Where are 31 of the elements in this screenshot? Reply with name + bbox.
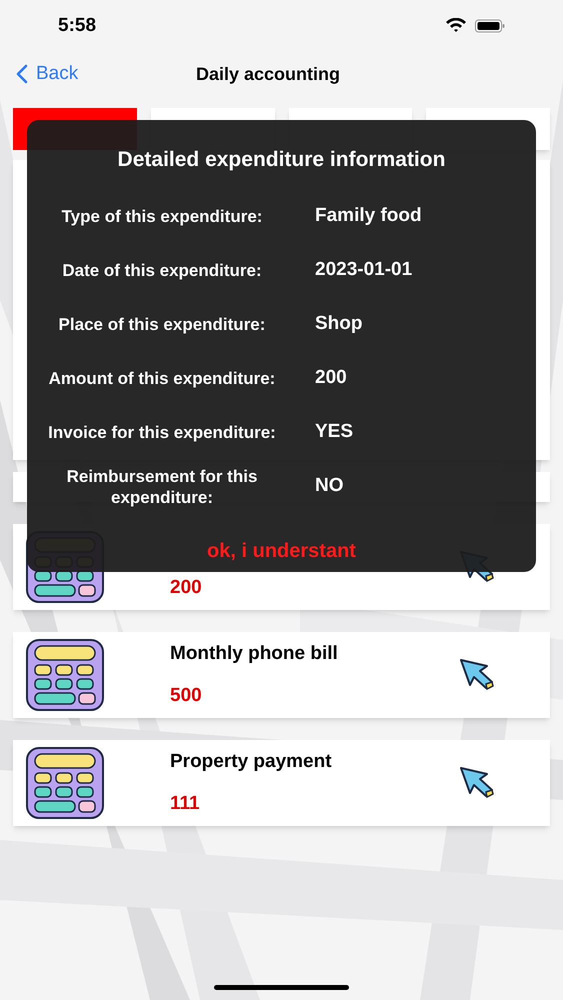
arrow-icon[interactable] — [459, 658, 495, 692]
detail-label: Type of this expenditure: — [60, 206, 264, 227]
detail-label: Reimbursement for this expenditure: — [66, 466, 258, 508]
calculator-icon — [26, 747, 104, 819]
dialog-title: Detailed expenditure information — [118, 147, 446, 173]
detail-value: Family food — [315, 204, 422, 228]
expense-title: Monthly phone bill — [170, 642, 339, 664]
calculator-icon — [26, 639, 104, 711]
detail-value: 200 — [315, 366, 347, 390]
detail-value: YES — [315, 420, 354, 444]
detail-value: Shop — [315, 312, 362, 336]
status-time: 5:58 — [58, 14, 96, 38]
expense-card[interactable]: Property payment 111 — [13, 740, 550, 826]
chevron-left-icon — [16, 64, 28, 84]
expense-amount: 500 — [170, 684, 203, 708]
expense-amount: 200 — [170, 576, 203, 600]
detail-value: NO — [315, 474, 344, 498]
expense-amount: 111 — [170, 792, 201, 816]
screen-title: Daily accounting — [196, 62, 340, 86]
wifi-icon — [445, 18, 467, 34]
detail-label: Place of this expenditure: — [58, 314, 266, 335]
detail-value: 2023-01-01 — [315, 258, 412, 282]
expense-card[interactable]: Monthly phone bill 500 — [13, 632, 550, 718]
arrow-icon[interactable] — [459, 766, 495, 800]
expense-title: Property payment — [170, 750, 333, 772]
back-button[interactable]: Back — [16, 60, 78, 88]
battery-icon — [475, 19, 505, 33]
detail-label: Date of this expenditure: — [61, 260, 263, 281]
detail-label: Invoice for this expenditure: — [47, 422, 277, 443]
detail-label: Amount of this expenditure: — [48, 368, 276, 389]
ok-button[interactable]: ok, i understant — [207, 536, 356, 566]
